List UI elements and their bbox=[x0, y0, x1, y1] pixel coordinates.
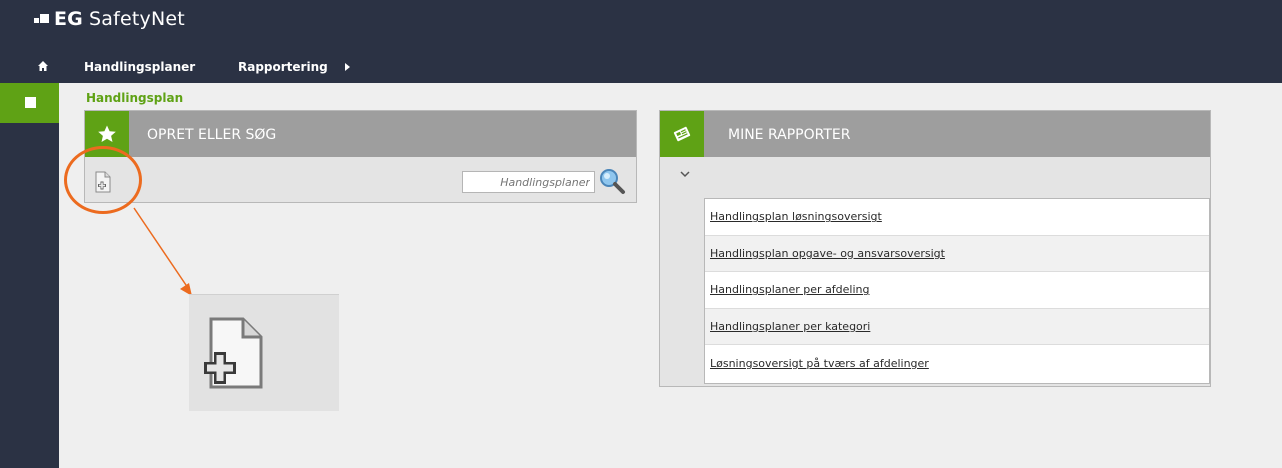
chevron-down-icon[interactable] bbox=[678, 169, 692, 179]
list-item: Handlingsplan opgave- og ansvarsoversigt bbox=[705, 235, 1209, 273]
panel-header: MINE RAPPORTER bbox=[660, 111, 1210, 157]
list-item: Løsningsoversigt på tværs af afdelinger bbox=[705, 345, 1209, 382]
square-icon bbox=[25, 97, 36, 108]
report-link[interactable]: Handlingsplaner per kategori bbox=[710, 320, 870, 333]
app-name: SafetyNet bbox=[88, 8, 185, 30]
callout-circle bbox=[64, 146, 142, 214]
report-link[interactable]: Handlingsplan løsningsoversigt bbox=[710, 210, 882, 223]
report-link[interactable]: Handlingsplan opgave- og ansvarsoversigt bbox=[710, 247, 945, 260]
panel-title: MINE RAPPORTER bbox=[728, 127, 851, 143]
list-item: Handlingsplaner per afdeling bbox=[705, 272, 1209, 309]
list-item: Handlingsplaner per kategori bbox=[705, 308, 1209, 346]
report-link[interactable]: Handlingsplaner per afdeling bbox=[710, 283, 870, 296]
eg-logo-icon bbox=[34, 12, 50, 26]
my-reports-panel: MINE RAPPORTER Handlingsplan løsningsove… bbox=[659, 110, 1211, 387]
app-logo[interactable]: EG SafetyNet bbox=[34, 8, 185, 30]
zoomed-new-document-preview bbox=[189, 294, 339, 411]
new-document-icon bbox=[204, 317, 263, 389]
panel-header: OPRET ELLER SØG bbox=[85, 111, 636, 157]
list-item: Handlingsplan løsningsoversigt bbox=[705, 199, 1209, 236]
nav-item-rapportering[interactable]: Rapportering bbox=[238, 60, 328, 74]
panel-title: OPRET ELLER SØG bbox=[147, 127, 277, 143]
report-link[interactable]: Løsningsoversigt på tværs af afdelinger bbox=[710, 357, 929, 370]
panel-badge bbox=[660, 111, 704, 157]
left-sidebar bbox=[0, 83, 59, 468]
search-input[interactable] bbox=[462, 171, 595, 193]
app-title: EG SafetyNet bbox=[54, 8, 185, 30]
home-icon[interactable] bbox=[37, 60, 49, 72]
nav-item-handlingsplaner[interactable]: Handlingsplaner bbox=[84, 60, 195, 74]
chevron-right-icon[interactable] bbox=[345, 63, 350, 71]
brand-label: EG bbox=[54, 8, 83, 30]
report-list: Handlingsplan løsningsoversigt Handlings… bbox=[704, 198, 1210, 384]
star-icon bbox=[98, 125, 116, 142]
newspaper-icon bbox=[673, 126, 691, 142]
page-title: Handlingsplan bbox=[86, 91, 184, 105]
create-search-panel: OPRET ELLER SØG bbox=[84, 110, 637, 203]
search-icon[interactable] bbox=[598, 167, 626, 195]
